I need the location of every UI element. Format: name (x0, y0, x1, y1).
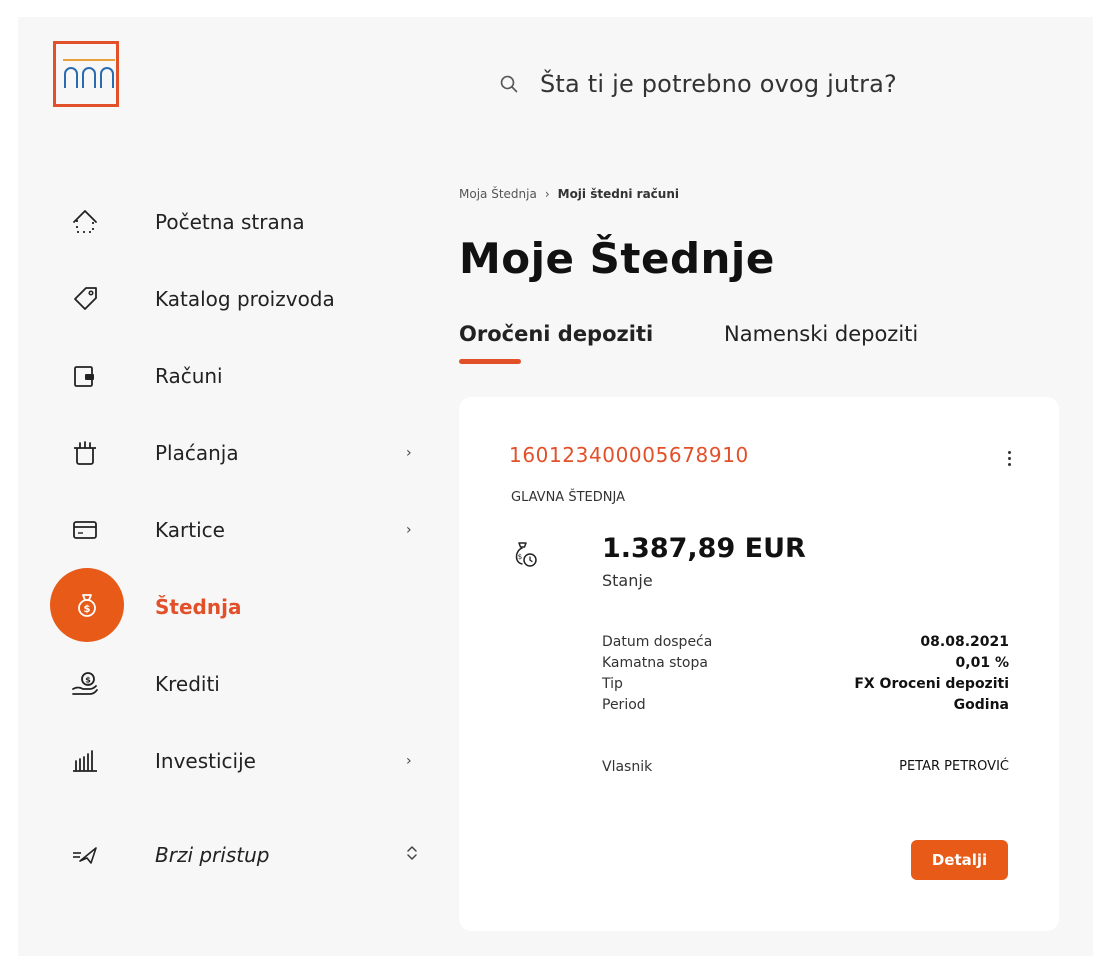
detail-value: FX Oroceni depoziti (854, 676, 1009, 692)
sidebar-item-label: Računi (155, 364, 223, 388)
owner-value: PETAR PETROVIĆ (899, 759, 1009, 774)
sidebar-item-label: Krediti (155, 672, 220, 696)
detail-label: Tip (602, 676, 623, 692)
page-title: Moje Štednje (459, 234, 775, 283)
app-window: Šta ti je potrebno ovog jutra? Početna s… (18, 17, 1093, 956)
detail-row-maturity: Datum dospeća 08.08.2021 (602, 632, 1009, 653)
active-tab-indicator (459, 359, 521, 364)
svg-text:$: $ (518, 553, 522, 561)
detail-label: Datum dospeća (602, 634, 713, 650)
sidebar-item-kartice[interactable]: Kartice › (48, 495, 428, 565)
money-bag-clock-icon: $ (509, 539, 541, 575)
sidebar-item-label: Investicije (155, 749, 256, 773)
search-icon[interactable] (496, 71, 522, 97)
bank-logo[interactable] (53, 41, 119, 107)
chevron-right-icon: › (406, 753, 412, 769)
gift-icon (48, 422, 122, 484)
search-bar[interactable]: Šta ti je potrebno ovog jutra? (496, 70, 897, 98)
sidebar-item-label: Katalog proizvoda (155, 287, 335, 311)
chevron-right-icon: › (406, 445, 412, 461)
sidebar-item-stednja[interactable]: $ Štednja (48, 568, 428, 642)
tab-namenski-depoziti[interactable]: Namenski depoziti (724, 322, 918, 346)
detail-label: Period (602, 697, 646, 713)
sidebar-item-pocetna[interactable]: Početna strana (48, 187, 428, 257)
detail-label: Kamatna stopa (602, 655, 708, 671)
detail-row-type: Tip FX Oroceni depoziti (602, 674, 1009, 695)
balance-label: Stanje (602, 571, 653, 590)
logo-arches-icon (63, 59, 115, 88)
account-type: GLAVNA ŠTEDNJA (511, 490, 625, 505)
detail-row-period: Period Godina (602, 695, 1009, 716)
account-number[interactable]: 160123400005678910 (509, 443, 749, 467)
detail-value: 0,01 % (955, 655, 1009, 671)
sidebar-item-label: Plaćanja (155, 441, 239, 465)
chevron-right-icon: › (406, 522, 412, 538)
sidebar-item-racuni[interactable]: Računi (48, 341, 428, 411)
hand-coin-icon: $ (48, 653, 122, 715)
breadcrumb-parent[interactable]: Moja Štednja (459, 187, 537, 201)
detail-value: Godina (953, 697, 1009, 713)
sidebar-item-label: Brzi pristup (155, 843, 270, 867)
chevron-right-icon: › (544, 187, 550, 201)
detail-value: 08.08.2021 (920, 634, 1009, 650)
sidebar-item-placanja[interactable]: Plaćanja › (48, 418, 428, 488)
details-button[interactable]: Detalji (911, 840, 1008, 880)
send-icon (48, 824, 122, 886)
breadcrumb: Moja Štednja › Moji štedni računi (459, 187, 679, 201)
money-bag-icon: $ (50, 568, 124, 642)
sidebar-item-label: Kartice (155, 518, 225, 542)
sidebar-item-katalog[interactable]: Katalog proizvoda (48, 264, 428, 334)
columns-icon (48, 730, 122, 792)
detail-row-interest: Kamatna stopa 0,01 % (602, 653, 1009, 674)
sidebar-item-label: Štednja (155, 595, 242, 619)
home-icon (48, 191, 122, 253)
card-icon (48, 499, 122, 561)
svg-text:$: $ (85, 676, 91, 685)
svg-text:$: $ (84, 604, 91, 615)
owner-label: Vlasnik (602, 759, 653, 775)
sidebar-item-label: Početna strana (155, 210, 305, 234)
wallet-icon (48, 345, 122, 407)
owner-row: Vlasnik PETAR PETROVIĆ (602, 759, 1009, 775)
deposit-details: Datum dospeća 08.08.2021 Kamatna stopa 0… (602, 632, 1009, 716)
chevron-expand-icon[interactable] (406, 845, 418, 865)
sidebar-item-investicije[interactable]: Investicije › (48, 726, 428, 796)
savings-account-card: 160123400005678910 GLAVNA ŠTEDNJA $ 1.38… (459, 397, 1059, 931)
tag-icon (48, 268, 122, 330)
tab-oroceni-depoziti[interactable]: Oročeni depoziti (459, 322, 653, 346)
sidebar-item-brzi-pristup[interactable]: Brzi pristup (48, 820, 428, 890)
search-input[interactable]: Šta ti je potrebno ovog jutra? (540, 70, 897, 98)
more-options-icon[interactable] (999, 445, 1019, 471)
balance-amount: 1.387,89 EUR (602, 533, 806, 564)
sidebar-item-krediti[interactable]: $ Krediti (48, 649, 428, 719)
breadcrumb-current: Moji štedni računi (557, 187, 679, 201)
